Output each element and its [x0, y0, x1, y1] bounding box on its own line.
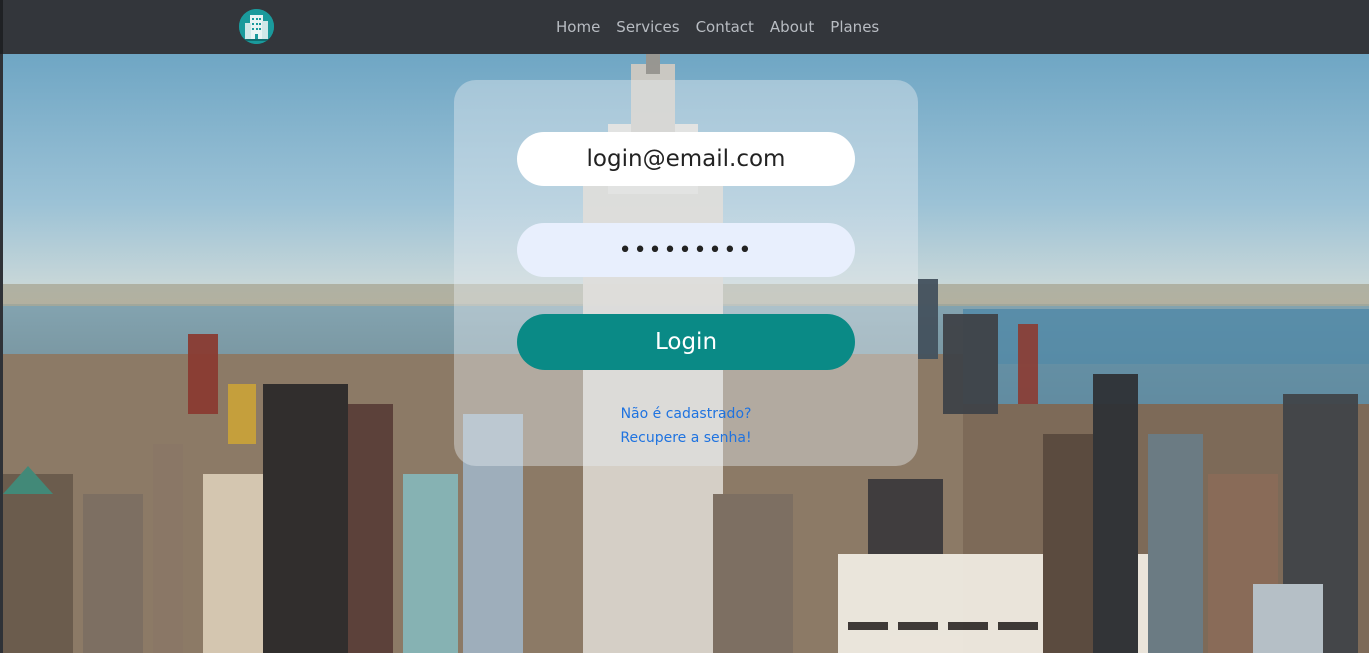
login-button[interactable]: Login	[517, 314, 855, 370]
nav-link-about[interactable]: About	[762, 18, 822, 36]
recover-password-link[interactable]: Recupere a senha!	[454, 430, 918, 446]
nav-links: Home Services Contact About Planes	[548, 0, 887, 54]
nav-link-contact[interactable]: Contact	[688, 18, 762, 36]
signup-link[interactable]: Não é cadastrado?	[454, 406, 918, 422]
password-field[interactable]	[517, 223, 855, 277]
login-card: Login Não é cadastrado? Recupere a senha…	[454, 80, 918, 466]
nav-link-services[interactable]: Services	[608, 18, 687, 36]
building-icon[interactable]	[239, 9, 274, 44]
nav-link-home[interactable]: Home	[548, 18, 608, 36]
navbar: Home Services Contact About Planes	[0, 0, 1369, 54]
nav-link-planes[interactable]: Planes	[822, 18, 887, 36]
email-field[interactable]	[517, 132, 855, 186]
